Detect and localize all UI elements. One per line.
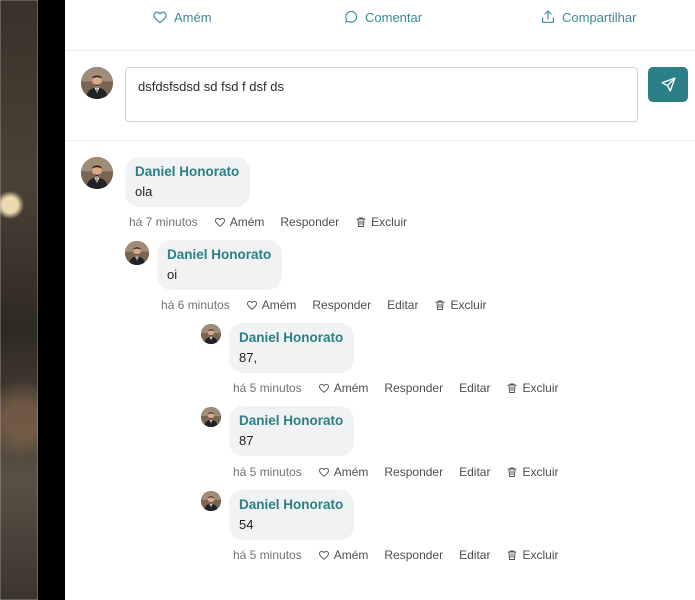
reply-label: Responder: [384, 465, 444, 479]
reply-label: Responder: [280, 215, 340, 229]
background-photo: [0, 0, 38, 600]
comment-input-value: dsfdsfsdsd sd fsd f dsf ds: [138, 79, 284, 94]
comment-avatar: [81, 157, 113, 189]
background-edge: [38, 0, 65, 600]
comment-avatar: [201, 324, 221, 344]
comment-author[interactable]: Daniel Honorato: [135, 163, 239, 181]
amen-label: Amém: [174, 9, 212, 25]
delete-label: Excluir: [522, 381, 559, 395]
comment-edit-button[interactable]: Editar: [459, 465, 490, 479]
comment-amen-button[interactable]: Amém: [318, 548, 369, 562]
comment-delete-button[interactable]: Excluir: [434, 298, 486, 312]
comment-time: há 5 minutos: [233, 381, 302, 395]
comment-text: 54: [239, 517, 254, 532]
comment-bubble: Daniel Honorato 87,: [229, 323, 355, 373]
comment-delete-button[interactable]: Excluir: [355, 215, 407, 229]
comment-meta: há 7 minutos Amém Responder Excluir: [129, 214, 423, 230]
comment-avatar: [201, 407, 221, 427]
delete-label: Excluir: [522, 548, 559, 562]
heart-icon: [246, 299, 258, 311]
share-upload-icon: [542, 10, 554, 23]
comment-bubble: Daniel Honorato oi: [157, 240, 283, 290]
section-divider: [65, 140, 695, 141]
edit-label: Editar: [459, 465, 491, 479]
comment-delete-button[interactable]: Excluir: [506, 465, 558, 479]
edit-label: Editar: [387, 298, 419, 312]
heart-icon: [214, 216, 226, 228]
trash-icon: [434, 299, 446, 311]
comment-meta: há 5 minutos Amém Responder Editar Exclu…: [233, 547, 574, 563]
comment-reply-button[interactable]: Responder: [280, 215, 339, 229]
delete-label: Excluir: [450, 298, 487, 312]
trash-icon: [506, 549, 518, 561]
comment-label: Comentar: [365, 9, 423, 25]
comment-text: ola: [135, 184, 153, 199]
comment-avatar: [201, 491, 221, 511]
comment-reply-button[interactable]: Responder: [384, 548, 443, 562]
comment-time: há 5 minutos: [233, 548, 302, 562]
comment-reply-button[interactable]: Responder: [312, 298, 371, 312]
comment-author[interactable]: Daniel Honorato: [167, 246, 271, 264]
comment-bubble: Daniel Honorato 87: [229, 406, 355, 456]
heart-icon: [152, 9, 168, 25]
comment-reply-button[interactable]: Responder: [384, 465, 443, 479]
comment-amen-button[interactable]: Amém: [318, 381, 369, 395]
comment-edit-button[interactable]: Editar: [459, 381, 490, 395]
comment-author[interactable]: Daniel Honorato: [239, 329, 343, 347]
comment-text: oi: [167, 267, 178, 282]
heart-icon: [318, 549, 330, 561]
reply-label: Responder: [384, 381, 444, 395]
heart-icon: [318, 382, 330, 394]
amen-label: Amém: [333, 548, 369, 562]
comment-edit-button[interactable]: Editar: [459, 548, 490, 562]
trash-icon: [506, 466, 518, 478]
send-icon: [660, 77, 676, 92]
amen-label: Amém: [333, 381, 369, 395]
comment-bubble: Daniel Honorato ola: [125, 157, 251, 207]
comment-delete-button[interactable]: Excluir: [506, 381, 558, 395]
comment-input[interactable]: dsfdsfsdsd sd fsd f dsf ds: [125, 67, 638, 122]
trash-icon: [355, 216, 367, 228]
comment-meta: há 6 minutos Amém Responder Editar Exclu…: [161, 297, 502, 313]
amen-label: Amém: [261, 298, 297, 312]
comment-text: 87: [239, 433, 254, 448]
amen-label: Amém: [229, 215, 265, 229]
comment-amen-button[interactable]: Amém: [214, 215, 265, 229]
edit-label: Editar: [459, 381, 491, 395]
reply-label: Responder: [384, 548, 444, 562]
comment-bubble: Daniel Honorato 54: [229, 490, 355, 540]
post-panel: Amém Comentar Compartilhar dsfdsfsdsd sd…: [65, 0, 695, 600]
comment-time: há 5 minutos: [233, 465, 302, 479]
comment-amen-button[interactable]: Amém: [246, 298, 297, 312]
comment-author[interactable]: Daniel Honorato: [239, 496, 343, 514]
comment-delete-button[interactable]: Excluir: [506, 548, 558, 562]
edit-label: Editar: [459, 548, 491, 562]
send-comment-button[interactable]: [648, 67, 688, 102]
comment-meta: há 5 minutos Amém Responder Editar Exclu…: [233, 380, 574, 396]
comment-avatar: [125, 241, 149, 265]
trash-icon: [506, 382, 518, 394]
share-label: Compartilhar: [562, 9, 637, 25]
comment-time: há 6 minutos: [161, 298, 230, 312]
comment-reply-button[interactable]: Responder: [384, 381, 443, 395]
amen-label: Amém: [333, 465, 369, 479]
share-action-button[interactable]: Compartilhar: [540, 6, 636, 28]
post-actions-bar: Amém Comentar Compartilhar: [65, 0, 695, 51]
reply-label: Responder: [312, 298, 372, 312]
comment-amen-button[interactable]: Amém: [318, 465, 369, 479]
comment-time: há 7 minutos: [129, 215, 198, 229]
comment-action-button[interactable]: Comentar: [343, 6, 422, 28]
delete-label: Excluir: [522, 465, 559, 479]
heart-icon: [318, 466, 330, 478]
comment-meta: há 5 minutos Amém Responder Editar Exclu…: [233, 464, 574, 480]
comment-text: 87,: [239, 350, 258, 365]
comment-bubble-icon: [345, 10, 358, 23]
comment-edit-button[interactable]: Editar: [387, 298, 418, 312]
delete-label: Excluir: [371, 215, 408, 229]
amen-action-button[interactable]: Amém: [152, 6, 212, 28]
comment-author[interactable]: Daniel Honorato: [239, 412, 343, 430]
current-user-avatar: [81, 67, 113, 99]
